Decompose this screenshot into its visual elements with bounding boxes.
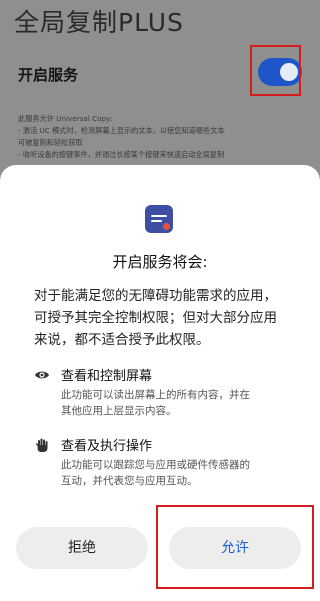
permission-desc-line: 互动，并代表您与应用互动。: [61, 475, 198, 487]
description-line: 此服务允许 Universal Copy:: [18, 114, 113, 123]
highlight-box-allow: [156, 505, 314, 589]
eye-icon: [35, 371, 49, 379]
description-line: - 激活 UC 模式时，检测屏幕上显示的文本，以使您知道哪些文本: [18, 126, 225, 135]
permission-title: 查看和控制屏幕: [61, 369, 153, 384]
highlight-box-toggle: [250, 45, 301, 96]
permission-title: 查看及执行操作: [61, 439, 153, 454]
dialog-intro: 对于能满足您的无障碍功能需求的应用， 可授予其完全控制权限；但对大部分应用 来说…: [34, 285, 294, 351]
hand-icon: [35, 438, 48, 452]
intro-line: 来说，都不适合授予此权限。: [34, 332, 210, 348]
page-title: 全局复制PLUS: [14, 8, 184, 37]
description-line: 可被复制和轻松获取: [18, 138, 83, 147]
service-toggle-label: 开启服务: [18, 66, 79, 84]
deny-button[interactable]: 拒绝: [16, 527, 148, 569]
intro-line: 对于能满足您的无障碍功能需求的应用，: [34, 288, 277, 304]
permission-desc: 此功能可以读出屏幕上的所有内容，并在 其他应用上层显示内容。: [61, 387, 291, 419]
permission-dialog: 开启服务将会: 对于能满足您的无障碍功能需求的应用， 可授予其完全控制权限；但对…: [0, 165, 320, 601]
app-icon: [145, 205, 173, 233]
permission-desc: 此功能可以跟踪您与应用或硬件传感器的 互动，并代表您与应用互动。: [61, 457, 291, 489]
service-description: 此服务允许 Universal Copy: - 激活 UC 模式时，检测屏幕上显…: [18, 113, 308, 161]
permission-desc-line: 其他应用上层显示内容。: [61, 405, 177, 417]
dialog-title: 开启服务将会:: [112, 253, 208, 271]
permission-desc-line: 此功能可以跟踪您与应用或硬件传感器的: [61, 459, 250, 471]
permission-desc-line: 此功能可以读出屏幕上的所有内容，并在: [61, 389, 250, 401]
description-line: - 收听设备的按键事件，并通过长按某个按键来快速启动全局复制: [18, 150, 225, 159]
intro-line: 可授予其完全控制权限；但对大部分应用: [34, 310, 277, 326]
